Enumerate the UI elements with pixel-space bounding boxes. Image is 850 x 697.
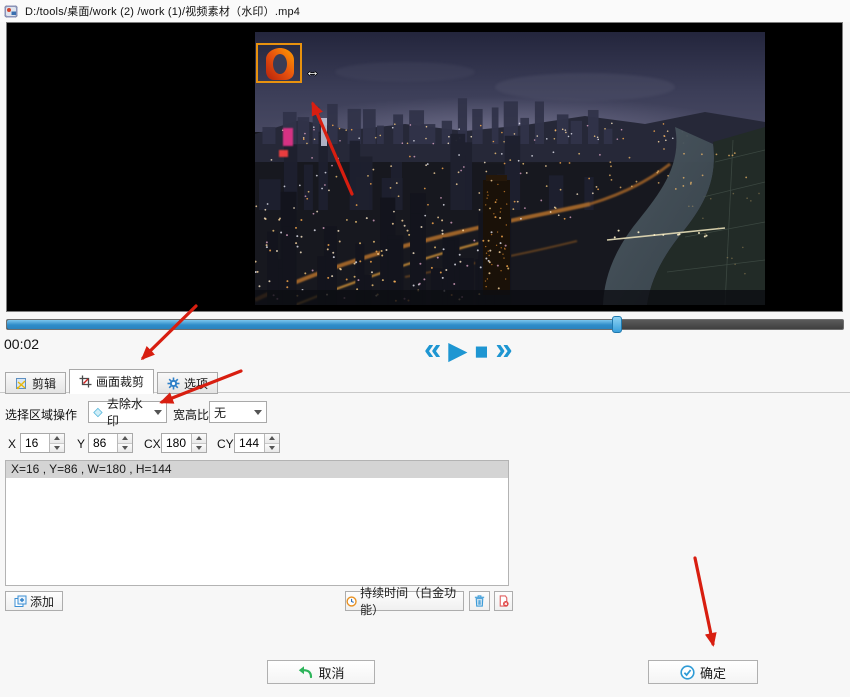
trash-icon [473, 594, 486, 608]
spin-up-icon[interactable] [265, 434, 279, 443]
aspect-ratio-label: 宽高比 [173, 406, 209, 423]
arrow-to-ok-button [695, 558, 713, 644]
cityscape-frame [255, 32, 765, 305]
coord-cx-spinner [161, 433, 207, 453]
watermark-selection-box[interactable]: ↔ [256, 43, 302, 83]
resize-cursor-icon: ↔ [305, 64, 320, 79]
duration-button-label: 持续时间（白金功能） [360, 584, 463, 618]
tab-options[interactable]: 选项 [157, 372, 218, 394]
app-icon [4, 4, 19, 19]
title-bar: D:/tools/桌面/work (2) /work (1)/视频素材（水印）.… [0, 0, 850, 22]
coord-cy-label: CY [217, 437, 234, 451]
seek-bar-fill [7, 320, 618, 329]
erase-watermark-icon [93, 407, 103, 418]
coord-cx-spin-buttons [191, 434, 206, 452]
tab-edit-label: 剪辑 [32, 375, 56, 392]
spin-up-icon[interactable] [192, 434, 206, 443]
add-region-label: 添加 [30, 593, 54, 610]
spin-down-icon[interactable] [265, 443, 279, 453]
video-stage: ↔ [6, 22, 843, 312]
delete-region-button[interactable] [469, 591, 490, 611]
operation-dropdown-value: 去除水印 [107, 395, 150, 429]
gear-icon [167, 377, 180, 390]
ok-button-label: 确定 [700, 663, 726, 682]
clear-all-button[interactable] [494, 591, 513, 611]
coord-x-label: X [8, 437, 16, 451]
clock-icon [346, 595, 357, 608]
region-list[interactable]: X=16 , Y=86 , W=180 , H=144 [5, 460, 509, 586]
stop-icon[interactable]: ■ [474, 340, 488, 363]
coord-y-label: Y [77, 437, 85, 451]
watermark-logo [264, 47, 296, 81]
seek-bar-handle[interactable] [612, 316, 622, 333]
forward-icon[interactable]: » [495, 333, 512, 364]
spin-down-icon[interactable] [50, 443, 64, 453]
clip-icon [15, 377, 28, 390]
aspect-ratio-value: 无 [214, 404, 226, 421]
tab-crop-label: 画面裁剪 [96, 373, 144, 390]
coord-cx-label: CX [144, 437, 161, 451]
chevron-down-icon [254, 410, 262, 415]
coord-x-spin-buttons [49, 434, 64, 452]
cancel-button[interactable]: 取消 [267, 660, 375, 684]
coord-cy-input[interactable] [235, 434, 264, 452]
play-icon[interactable]: ▶ [448, 339, 467, 364]
seek-bar[interactable] [6, 319, 844, 330]
arrow-to-crop-tab [143, 306, 196, 358]
coord-y-spin-buttons [117, 434, 132, 452]
coord-x-input[interactable] [21, 434, 49, 452]
region-operation-label: 选择区域操作 [5, 406, 77, 423]
chevron-down-icon [154, 410, 162, 415]
app-window: D:/tools/桌面/work (2) /work (1)/视频素材（水印）.… [0, 0, 850, 697]
coord-cy-spin-buttons [264, 434, 279, 452]
coord-y-input[interactable] [89, 434, 117, 452]
coord-cx-input[interactable] [162, 434, 191, 452]
region-list-item[interactable]: X=16 , Y=86 , W=180 , H=144 [6, 461, 508, 478]
operation-dropdown[interactable]: 去除水印 [88, 401, 167, 423]
video-preview[interactable]: ↔ [255, 32, 765, 305]
aspect-ratio-dropdown[interactable]: 无 [209, 401, 267, 423]
coord-y-spinner [88, 433, 133, 453]
tab-crop[interactable]: 画面裁剪 [69, 369, 154, 394]
crop-icon [79, 375, 92, 388]
coord-x-spinner [20, 433, 65, 453]
window-title-path: D:/tools/桌面/work (2) /work (1)/视频素材（水印）.… [25, 3, 300, 19]
duration-button[interactable]: 持续时间（白金功能） [345, 591, 464, 611]
ok-button[interactable]: 确定 [648, 660, 758, 684]
spin-down-icon[interactable] [118, 443, 132, 453]
undo-icon [297, 665, 313, 679]
tab-edit[interactable]: 剪辑 [5, 372, 66, 394]
spin-down-icon[interactable] [192, 443, 206, 453]
check-circle-icon [680, 665, 695, 680]
rewind-icon[interactable]: « [424, 333, 441, 364]
spin-up-icon[interactable] [50, 434, 64, 443]
add-icon [14, 595, 27, 608]
spin-up-icon[interactable] [118, 434, 132, 443]
current-time-label: 00:02 [4, 336, 39, 352]
clear-file-icon [497, 594, 510, 608]
playback-controls: « ▶ ■ » [424, 336, 513, 367]
add-region-button[interactable]: 添加 [5, 591, 63, 611]
tab-options-label: 选项 [184, 375, 208, 392]
coord-cy-spinner [234, 433, 280, 453]
cancel-button-label: 取消 [318, 663, 344, 682]
tab-bar: 剪辑 画面裁剪 选项 [5, 369, 218, 394]
